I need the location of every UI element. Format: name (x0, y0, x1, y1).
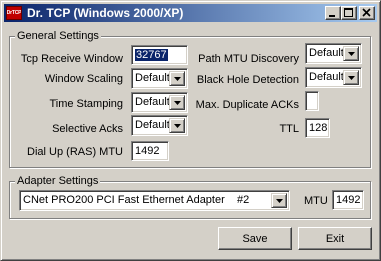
path-mtu-discovery-value: Default (309, 47, 344, 59)
window-scaling-dropdown-button[interactable] (169, 71, 185, 86)
general-settings-label: General Settings (15, 30, 101, 42)
black-hole-detection-value: Default (309, 71, 344, 83)
max-duplicate-acks-input[interactable] (305, 91, 319, 111)
adapter-value: CNet PRO200 PCI Fast Ethernet Adapter #2 (23, 194, 250, 206)
black-hole-detection-label: Black Hole Detection (196, 74, 299, 86)
ttl-value: 128 (309, 122, 328, 134)
time-stamping-select[interactable]: Default (131, 92, 188, 113)
window-scaling-select[interactable]: Default (131, 68, 188, 89)
selective-acks-select[interactable]: Default (131, 115, 188, 136)
selective-acks-label: Selective Acks (52, 123, 123, 135)
dialup-mtu-value: 1492 (135, 145, 160, 157)
app-icon[interactable]: DrTCP (6, 6, 22, 20)
time-stamping-value: Default (135, 96, 170, 108)
chevron-down-icon (348, 76, 355, 80)
adapter-select[interactable]: CNet PRO200 PCI Fast Ethernet Adapter #2 (19, 190, 290, 211)
adapter-mtu-label: MTU (304, 195, 328, 207)
adapter-settings-label: Adapter Settings (15, 175, 101, 187)
minimize-icon (329, 15, 335, 17)
black-hole-detection-select[interactable]: Default (305, 67, 362, 88)
close-icon (362, 8, 371, 17)
chevron-down-icon (174, 124, 181, 128)
save-button[interactable]: Save (218, 227, 292, 250)
tcp-receive-window-value: 32767 (135, 49, 168, 61)
adapter-mtu-input[interactable]: 1492 (332, 190, 364, 210)
window-title: Dr. TCP (Windows 2000/XP) (27, 6, 184, 20)
path-mtu-discovery-select[interactable]: Default (305, 43, 362, 64)
tcp-receive-window-label: Tcp Receive Window (20, 53, 123, 65)
window-scaling-value: Default (135, 72, 170, 84)
max-duplicate-acks-label: Max. Duplicate ACKs (195, 99, 299, 111)
chevron-down-icon (174, 77, 181, 81)
adapter-dropdown-button[interactable] (271, 193, 287, 208)
selective-acks-value: Default (135, 119, 170, 131)
adapter-mtu-value: 1492 (336, 194, 361, 206)
dialup-mtu-label: Dial Up (RAS) MTU (27, 146, 123, 158)
chevron-down-icon (348, 52, 355, 56)
time-stamping-label: Time Stamping (49, 98, 123, 110)
exit-button[interactable]: Exit (298, 227, 372, 250)
close-button[interactable] (359, 6, 375, 20)
ttl-label: TTL (279, 123, 299, 135)
window-scaling-label: Window Scaling (44, 73, 123, 85)
black-hole-detection-dropdown-button[interactable] (343, 70, 359, 85)
dialup-mtu-input[interactable]: 1492 (131, 141, 169, 161)
chevron-down-icon (174, 101, 181, 105)
path-mtu-discovery-dropdown-button[interactable] (343, 46, 359, 61)
maximize-button[interactable] (341, 6, 357, 20)
path-mtu-discovery-label: Path MTU Discovery (198, 53, 299, 65)
minimize-button[interactable] (325, 6, 341, 20)
drtcp-window: DrTCP Dr. TCP (Windows 2000/XP) General … (0, 0, 381, 261)
time-stamping-dropdown-button[interactable] (169, 95, 185, 110)
chevron-down-icon (276, 199, 283, 203)
ttl-input[interactable]: 128 (305, 118, 330, 138)
selective-acks-dropdown-button[interactable] (169, 118, 185, 133)
maximize-icon (344, 8, 353, 17)
title-bar[interactable]: DrTCP Dr. TCP (Windows 2000/XP) (4, 4, 377, 22)
title-bar-buttons (325, 6, 375, 20)
tcp-receive-window-input[interactable]: 32767 (131, 45, 188, 65)
